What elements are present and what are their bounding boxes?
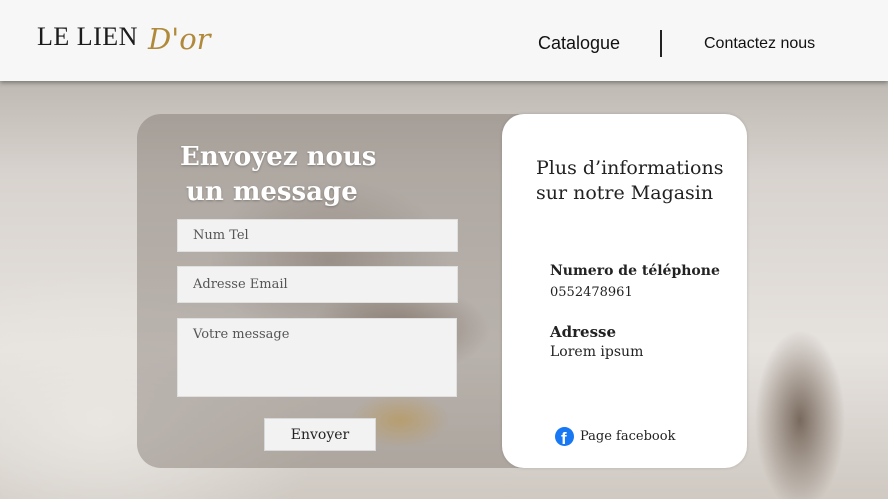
- form-title-line2: un message: [186, 177, 358, 207]
- info-title-line2: sur notre Magasin: [536, 182, 714, 204]
- phone-input[interactable]: [177, 219, 458, 252]
- facebook-icon[interactable]: f: [555, 426, 574, 446]
- facebook-link[interactable]: f Page facebook: [555, 425, 675, 447]
- nav-divider: [660, 30, 662, 57]
- email-input[interactable]: [177, 266, 458, 303]
- info-title-line1: Plus d’informations: [536, 157, 724, 179]
- phone-value: 0552478961: [550, 285, 633, 300]
- message-textarea[interactable]: [177, 318, 457, 397]
- form-title: Envoyez nous un message: [180, 140, 420, 210]
- facebook-label[interactable]: Page facebook: [580, 429, 675, 444]
- logo-text[interactable]: LE LIEN: [37, 22, 138, 52]
- form-title-line1: Envoyez nous: [180, 142, 377, 172]
- phone-label: Numero de téléphone: [550, 263, 720, 279]
- header: LE LIEN D'or Catalogue Contactez nous: [0, 0, 888, 81]
- nav-catalogue-link[interactable]: Catalogue: [538, 33, 620, 54]
- info-card: Plus d’informations sur notre Magasin Nu…: [502, 114, 747, 468]
- info-title: Plus d’informations sur notre Magasin: [536, 156, 736, 206]
- nav-contact-link[interactable]: Contactez nous: [704, 35, 815, 53]
- send-button[interactable]: Envoyer: [264, 418, 376, 451]
- address-label: Adresse: [550, 323, 617, 341]
- address-value: Lorem ipsum: [550, 344, 644, 360]
- logo-script[interactable]: D'or: [148, 22, 211, 56]
